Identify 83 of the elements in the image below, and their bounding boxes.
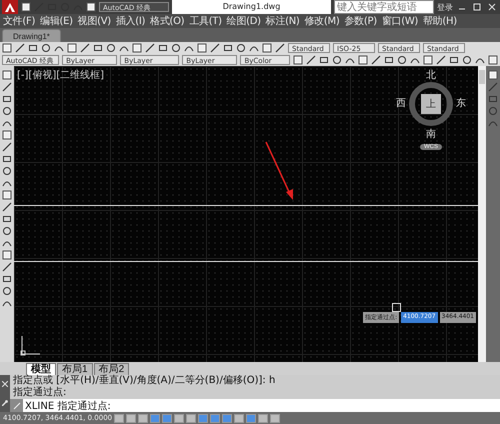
line-icon[interactable]: [15, 43, 25, 53]
status-toggle[interactable]: [210, 414, 220, 422]
menu-item[interactable]: 文件(F): [2, 14, 36, 28]
status-toggle[interactable]: [270, 414, 280, 422]
rectangle-icon[interactable]: [2, 214, 12, 224]
line-icon[interactable]: [80, 43, 90, 53]
layout-tab[interactable]: 模型: [26, 363, 56, 375]
rectangle-icon[interactable]: [2, 94, 12, 104]
menu-item[interactable]: 绘图(D): [226, 14, 262, 28]
file-tab[interactable]: Drawing1*: [2, 29, 61, 42]
menu-item[interactable]: 标注(N): [264, 14, 301, 28]
compass-label: 北: [426, 70, 436, 81]
compass-label: 南: [426, 129, 436, 140]
menu-item[interactable]: 插入(I): [114, 14, 146, 28]
status-toggle[interactable]: [198, 414, 208, 422]
close-icon[interactable]: [2, 381, 8, 388]
layout-tab[interactable]: 布局1: [57, 363, 93, 375]
status-toggle[interactable]: [138, 414, 148, 422]
circle-icon[interactable]: [236, 43, 246, 53]
status-toggle[interactable]: [114, 414, 124, 422]
rectangle-icon[interactable]: [2, 154, 12, 164]
menu-item[interactable]: 视图(V): [76, 14, 112, 28]
circle-icon[interactable]: [2, 106, 12, 116]
circle-icon[interactable]: [462, 55, 472, 65]
circle-icon[interactable]: [106, 43, 116, 53]
status-toggle[interactable]: [174, 414, 184, 422]
arrow-icon: [264, 140, 296, 202]
status-toggle[interactable]: [186, 414, 196, 422]
line-icon[interactable]: [371, 55, 381, 65]
menu-item[interactable]: 帮助(H): [422, 14, 458, 28]
viewcube-face[interactable]: 上: [421, 94, 441, 114]
line-icon[interactable]: [145, 43, 155, 53]
rectangle-icon[interactable]: [2, 274, 12, 284]
window-title: Drawing1.dwg: [172, 0, 331, 14]
menu-item[interactable]: 编辑(E): [39, 14, 74, 28]
line-icon[interactable]: [2, 262, 12, 272]
circle-icon[interactable]: [2, 286, 12, 296]
close-icon[interactable]: [488, 3, 496, 11]
rectangle-icon[interactable]: [93, 43, 103, 53]
line-icon[interactable]: [275, 43, 285, 53]
ucs-axes-icon: [20, 334, 42, 356]
line-icon[interactable]: [436, 55, 446, 65]
status-toggle[interactable]: [246, 414, 256, 422]
line-icon[interactable]: [306, 55, 316, 65]
status-toggle[interactable]: [162, 414, 172, 422]
logo-icon[interactable]: [2, 0, 18, 14]
rectangle-icon[interactable]: [319, 55, 329, 65]
pencil-icon: [13, 402, 21, 410]
vertical-scrollbar[interactable]: [478, 66, 486, 362]
wrench-icon[interactable]: [2, 400, 8, 406]
status-toggle[interactable]: [258, 414, 268, 422]
circle-icon[interactable]: [332, 55, 342, 65]
circle-icon[interactable]: [41, 43, 51, 53]
viewport-label[interactable]: [-][俯视][二维线框]: [17, 68, 104, 82]
circle-icon[interactable]: [397, 55, 407, 65]
status-toggle[interactable]: [150, 414, 160, 422]
circle-icon[interactable]: [2, 166, 12, 176]
status-toggle[interactable]: [234, 414, 244, 422]
menu-item[interactable]: 工具(T): [188, 14, 223, 28]
search-field[interactable]: 键入关键字或短语: [334, 0, 434, 14]
line-icon[interactable]: [2, 142, 12, 152]
menu-item[interactable]: 参数(P): [343, 14, 378, 28]
menu-item[interactable]: 窗口(W): [380, 14, 420, 28]
menu-item[interactable]: 格式(O): [149, 14, 186, 28]
rectangle-icon[interactable]: [158, 43, 168, 53]
compass-label: 东: [456, 98, 466, 109]
line-icon[interactable]: [210, 43, 220, 53]
rectangle-icon[interactable]: [223, 43, 233, 53]
login-link[interactable]: 登录: [437, 2, 453, 12]
line-icon[interactable]: [2, 82, 12, 92]
status-toggle[interactable]: [222, 414, 232, 422]
menu-item[interactable]: 修改(M): [304, 14, 340, 28]
rectangle-icon[interactable]: [384, 55, 394, 65]
compass-label: 西: [396, 98, 406, 109]
circle-icon[interactable]: [171, 43, 181, 53]
line-icon[interactable]: [2, 202, 12, 212]
maximize-icon[interactable]: [473, 3, 481, 11]
rectangle-icon[interactable]: [28, 43, 38, 53]
rectangle-icon[interactable]: [449, 55, 459, 65]
command-field[interactable]: XLINE 指定通过点:: [23, 399, 500, 412]
layout-tab[interactable]: 布局2: [94, 363, 130, 375]
status-toggle[interactable]: [126, 414, 136, 422]
circle-icon[interactable]: [2, 226, 12, 236]
